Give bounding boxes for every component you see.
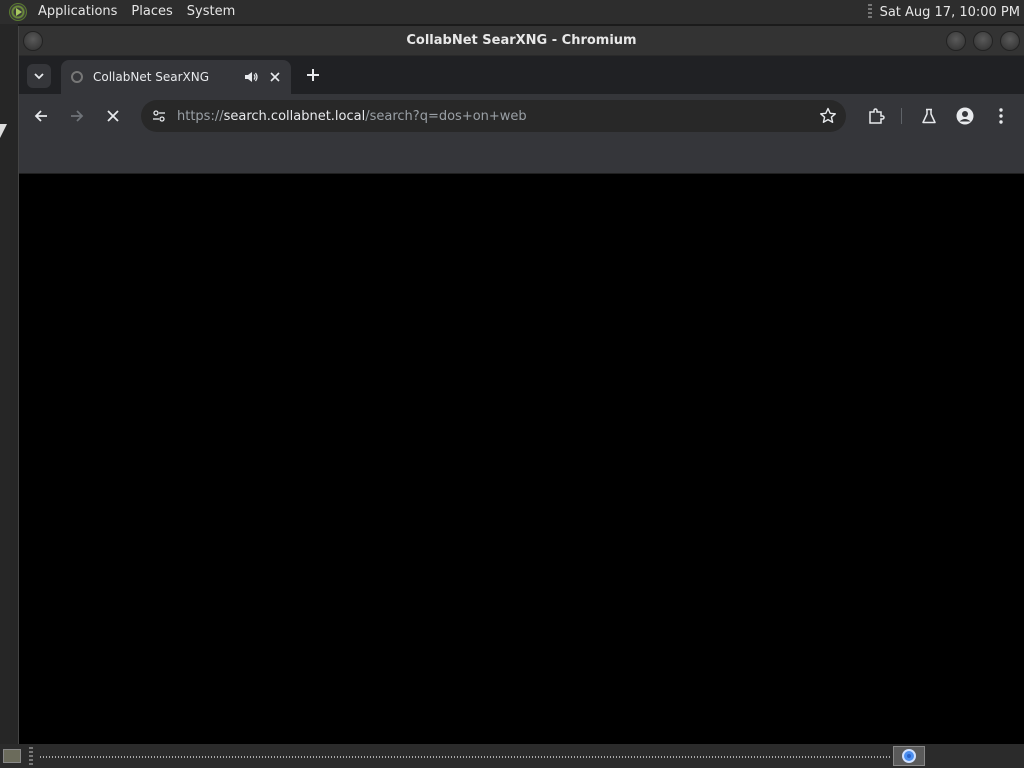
close-window-button[interactable]: [1000, 31, 1020, 51]
menu-applications[interactable]: Applications: [31, 0, 124, 24]
url-path: /search?q=dos+on+web: [365, 108, 527, 124]
arrow-left-icon: [34, 110, 47, 122]
extensions-button[interactable]: [864, 104, 888, 128]
url-text[interactable]: https://search.collabnet.local/search?q=…: [177, 109, 527, 124]
window-title: CollabNet SearXNG - Chromium: [406, 33, 637, 48]
clock-area: Sat Aug 17, 10:00 PM: [867, 4, 1024, 20]
bookmarks-bar: [19, 138, 1024, 174]
show-desktop-icon[interactable]: [3, 749, 21, 763]
tab-title: CollabNet SearXNG: [93, 70, 210, 84]
tab-search-button[interactable]: [27, 64, 51, 88]
puzzle-icon: [869, 108, 885, 124]
plus-icon: [307, 69, 319, 81]
forward-button[interactable]: [65, 104, 89, 128]
arrow-right-icon: [71, 110, 84, 122]
top-panel: Applications Places System Sat Aug 17, 1…: [0, 0, 1024, 24]
distro-logo-icon[interactable]: [9, 3, 27, 21]
tune-icon: [153, 110, 165, 122]
speaker-icon[interactable]: [243, 69, 259, 85]
tab-active[interactable]: CollabNet SearXNG: [61, 60, 291, 94]
address-bar[interactable]: https://search.collabnet.local/search?q=…: [141, 100, 846, 132]
close-icon: [107, 110, 119, 122]
browser-window: CollabNet SearXNG - Chromium CollabNet S…: [18, 26, 1024, 744]
menu-places[interactable]: Places: [124, 0, 179, 24]
chromium-icon: [902, 749, 916, 763]
labs-button[interactable]: [917, 104, 941, 128]
tab-close-icon[interactable]: [267, 69, 283, 85]
minimize-button[interactable]: [946, 31, 966, 51]
flask-icon: [922, 108, 936, 124]
kebab-icon: [999, 108, 1003, 124]
browser-toolbar: https://search.collabnet.local/search?q=…: [19, 94, 1024, 138]
window-titlebar[interactable]: CollabNet SearXNG - Chromium: [19, 26, 1024, 56]
panel-handle-bottom[interactable]: [29, 747, 33, 765]
panel-handle[interactable]: [867, 4, 872, 20]
window-menu-button[interactable]: [23, 31, 43, 51]
stop-loading-button[interactable]: [101, 104, 125, 128]
chevron-down-icon: [34, 73, 44, 80]
new-tab-button[interactable]: [303, 65, 323, 85]
profile-button[interactable]: [953, 104, 977, 128]
bottom-panel: [0, 744, 1024, 768]
url-host: search.collabnet.local: [223, 108, 366, 124]
site-info-button[interactable]: [149, 106, 169, 126]
tab-strip: CollabNet SearXNG: [19, 56, 1024, 94]
menu-system[interactable]: System: [180, 0, 242, 24]
bookmark-star-icon[interactable]: [818, 106, 838, 126]
person-icon: [956, 107, 974, 125]
page-content[interactable]: [19, 174, 1024, 744]
taskbar-chromium-button[interactable]: [893, 746, 925, 766]
favicon-icon: [71, 71, 83, 83]
toolbar-separator: [901, 108, 902, 124]
chrome-menu-button[interactable]: [989, 104, 1013, 128]
url-scheme: https://: [177, 108, 224, 124]
back-button[interactable]: [29, 104, 53, 128]
mouse-cursor-icon: [0, 124, 7, 138]
clock[interactable]: Sat Aug 17, 10:00 PM: [880, 5, 1020, 20]
maximize-button[interactable]: [973, 31, 993, 51]
window-list[interactable]: [40, 756, 890, 758]
